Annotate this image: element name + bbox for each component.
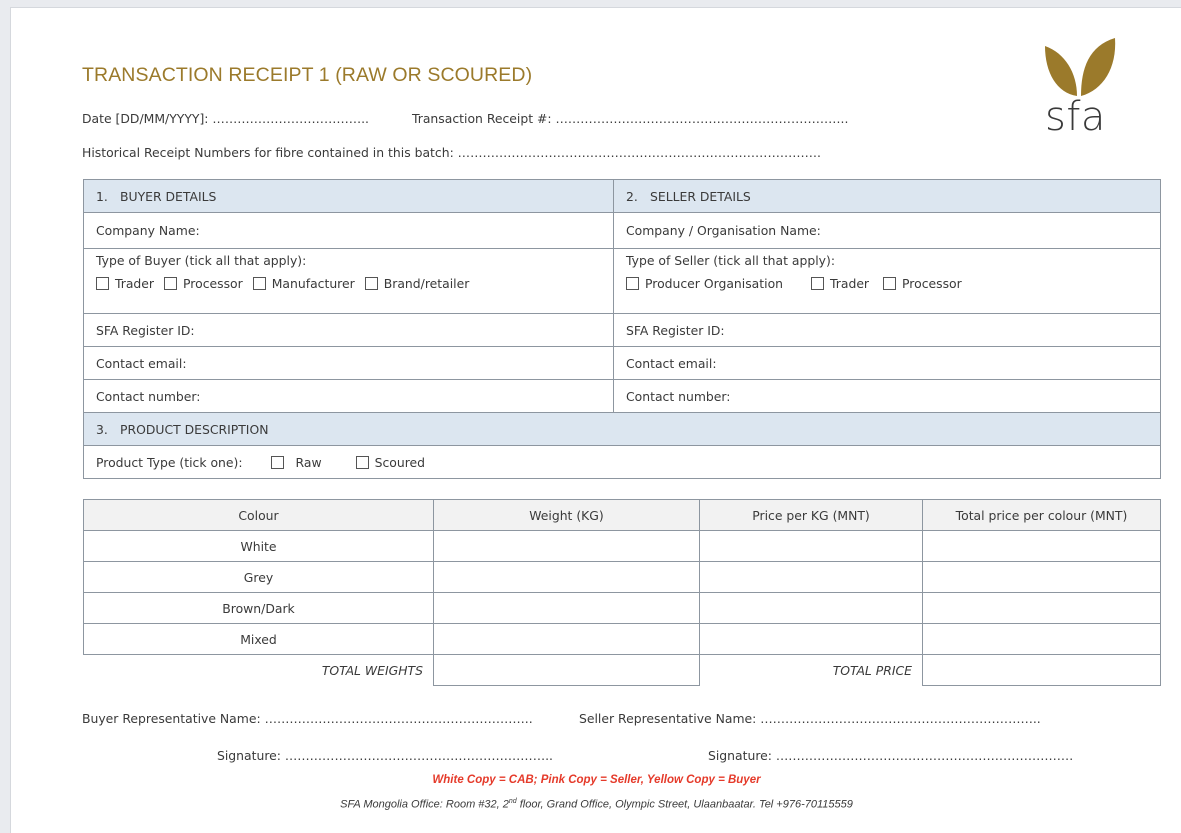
buyer-type-cell: Type of Buyer (tick all that apply): Tra…	[83, 248, 614, 314]
seller-type-producer-organisation[interactable]: Producer Organisation	[626, 276, 783, 291]
date-field: Date [DD/MM/YYYY]: ………………………………..	[82, 111, 369, 126]
buyer-type-brand-retailer[interactable]: Brand/retailer	[364, 276, 469, 291]
colour-cell: White	[83, 530, 434, 562]
product-type-raw[interactable]: Raw	[270, 455, 322, 470]
table-row: White	[83, 530, 1161, 562]
weight-cell[interactable]	[433, 592, 700, 624]
seller-company-name[interactable]: Company / Organisation Name:	[613, 212, 1161, 249]
checkbox-icon[interactable]	[355, 455, 369, 469]
buyer-type-label: Type of Buyer (tick all that apply):	[96, 253, 307, 268]
column-header-weight: Weight (KG)	[433, 499, 700, 531]
table-row: Brown/Dark	[83, 592, 1161, 624]
weight-cell[interactable]	[433, 623, 700, 655]
total-cell[interactable]	[922, 592, 1161, 624]
office-address: SFA Mongolia Office: Room #32, 2nd floor…	[340, 798, 853, 811]
seller-contact-number[interactable]: Contact number:	[613, 379, 1161, 413]
column-header-colour: Colour	[83, 499, 434, 531]
buyer-representative-name[interactable]: Buyer Representative Name: ……………………………………	[82, 711, 533, 726]
seller-representative-name[interactable]: Seller Representative Name: …………………………………	[579, 711, 1041, 726]
colour-cell: Mixed	[83, 623, 434, 655]
column-header-price-per-kg: Price per KG (MNT)	[699, 499, 923, 531]
page-title: TRANSACTION RECEIPT 1 (RAW OR SCOURED)	[82, 64, 533, 86]
copy-distribution-note: White Copy = CAB; Pink Copy = Seller, Ye…	[432, 774, 761, 786]
seller-contact-email[interactable]: Contact email:	[613, 346, 1161, 380]
buyer-type-options: Trader Processor Manufacturer Brand/reta…	[96, 276, 601, 291]
seller-type-label: Type of Seller (tick all that apply):	[626, 253, 835, 268]
checkbox-icon[interactable]	[96, 277, 109, 290]
checkbox-icon[interactable]	[883, 277, 897, 290]
product-table: Colour Weight (KG) Price per KG (MNT) To…	[83, 499, 1161, 686]
receipt-number-field: Transaction Receipt #: ………………………………………………	[412, 111, 849, 126]
total-price-label: TOTAL PRICE	[699, 654, 923, 686]
buyer-register-id[interactable]: SFA Register ID:	[83, 313, 614, 347]
product-type-cell: Product Type (tick one): Raw Scoured	[83, 445, 1161, 479]
total-cell[interactable]	[922, 530, 1161, 562]
column-header-total-price: Total price per colour (MNT)	[922, 499, 1161, 531]
buyer-contact-number[interactable]: Contact number:	[83, 379, 614, 413]
total-weights-label: TOTAL WEIGHTS	[83, 654, 434, 686]
seller-details-header: 2. SELLER DETAILS	[613, 179, 1161, 213]
price-cell[interactable]	[699, 592, 923, 624]
buyer-type-processor[interactable]: Processor	[164, 276, 243, 291]
weight-cell[interactable]	[433, 561, 700, 593]
total-cell[interactable]	[922, 561, 1161, 593]
details-table: 1. BUYER DETAILS 2. SELLER DETAILS Company…	[83, 179, 1161, 479]
buyer-type-trader[interactable]: Trader	[96, 276, 154, 291]
checkbox-icon[interactable]	[364, 277, 378, 290]
total-price-value[interactable]	[922, 654, 1161, 686]
total-weights-value[interactable]	[433, 654, 700, 686]
seller-type-trader[interactable]: Trader	[811, 276, 869, 291]
checkbox-icon[interactable]	[164, 277, 178, 290]
checkbox-icon[interactable]	[252, 277, 266, 290]
colour-cell: Brown/Dark	[83, 592, 434, 624]
seller-type-cell: Type of Seller (tick all that apply): Pr…	[613, 248, 1161, 314]
seller-register-id[interactable]: SFA Register ID:	[613, 313, 1161, 347]
product-type-scoured[interactable]: Scoured	[355, 455, 425, 470]
buyer-details-header: 1. BUYER DETAILS	[83, 179, 614, 213]
receipt-page: TRANSACTION RECEIPT 1 (RAW OR SCOURED) D…	[10, 7, 1181, 833]
product-type-label: Product Type (tick one):	[96, 454, 243, 470]
seller-signature[interactable]: Signature: ………………………………………………………………	[708, 748, 1073, 763]
weight-cell[interactable]	[433, 530, 700, 562]
buyer-contact-email[interactable]: Contact email:	[83, 346, 614, 380]
checkbox-icon[interactable]	[811, 277, 825, 290]
sfa-logo-text: sfa	[1045, 94, 1106, 140]
checkbox-icon[interactable]	[270, 455, 284, 469]
price-cell[interactable]	[699, 530, 923, 562]
total-cell[interactable]	[922, 623, 1161, 655]
price-cell[interactable]	[699, 561, 923, 593]
buyer-type-manufacturer[interactable]: Manufacturer	[252, 276, 355, 291]
seller-type-processor[interactable]: Processor	[883, 276, 962, 291]
product-description-header: 3. PRODUCT DESCRIPTION	[83, 412, 1161, 446]
checkbox-icon[interactable]	[626, 277, 639, 290]
buyer-company-name[interactable]: Company Name:	[83, 212, 614, 249]
table-row: Mixed	[83, 623, 1161, 655]
colour-cell: Grey	[83, 561, 434, 593]
seller-type-options: Producer Organisation Trader Processor	[626, 276, 1148, 291]
buyer-signature[interactable]: Signature: ………………………………………………………..	[217, 748, 553, 763]
historical-receipts-field: Historical Receipt Numbers for fibre con…	[82, 145, 821, 160]
price-cell[interactable]	[699, 623, 923, 655]
table-row: Grey	[83, 561, 1161, 593]
